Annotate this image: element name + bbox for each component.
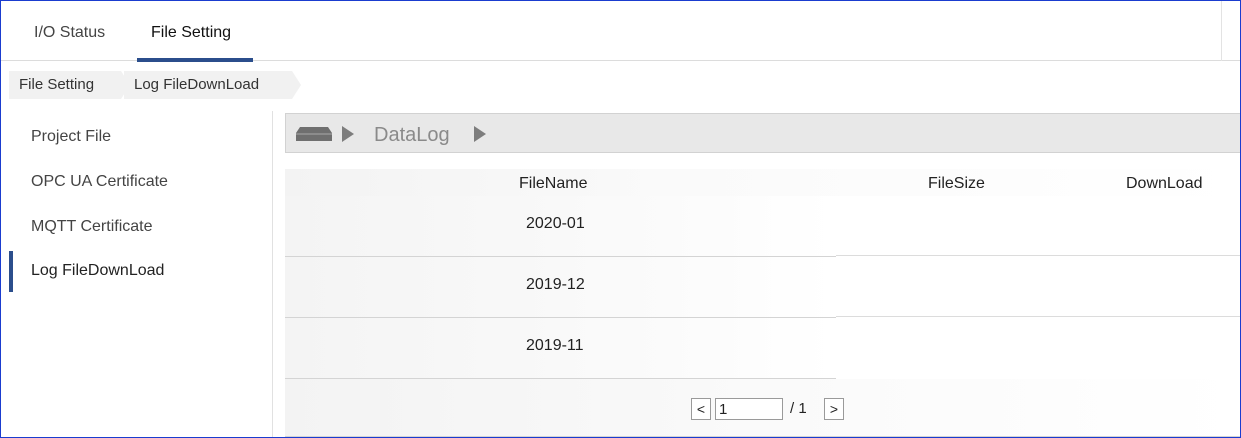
sidebar: Project File OPC UA Certificate MQTT Cer… bbox=[1, 111, 273, 437]
table-row[interactable]: 2020-01 bbox=[285, 196, 1240, 257]
folder-path-bar: DataLog bbox=[285, 113, 1240, 154]
sidebar-item-mqtt-certificate[interactable]: MQTT Certificate bbox=[1, 207, 271, 247]
tab-bar-divider bbox=[1221, 1, 1222, 61]
tab-io-status[interactable]: I/O Status bbox=[34, 1, 105, 61]
column-header-filename: FileName bbox=[519, 175, 588, 192]
next-page-button[interactable]: > bbox=[824, 398, 844, 420]
page-total: / 1 bbox=[790, 400, 807, 417]
table-header: FileName FileSize DownLoad bbox=[285, 169, 1240, 196]
path-separator-icon bbox=[342, 126, 354, 142]
path-folder-datalog[interactable]: DataLog bbox=[374, 114, 450, 154]
filename-cell[interactable]: 2020-01 bbox=[526, 196, 585, 257]
sidebar-item-opc-ua-certificate[interactable]: OPC UA Certificate bbox=[1, 162, 271, 202]
filename-cell[interactable]: 2019-11 bbox=[526, 318, 584, 379]
drive-icon[interactable] bbox=[296, 127, 332, 141]
tab-file-setting[interactable]: File Setting bbox=[136, 1, 254, 62]
row-divider bbox=[836, 316, 1240, 317]
sidebar-item-log-filedownload[interactable]: Log FileDownLoad bbox=[1, 251, 271, 292]
column-header-download: DownLoad bbox=[1126, 175, 1203, 192]
column-header-filesize: FileSize bbox=[928, 175, 985, 192]
path-separator-icon bbox=[474, 126, 486, 142]
top-tab-bar: I/O Status File Setting bbox=[1, 1, 1240, 62]
prev-page-button[interactable]: < bbox=[691, 398, 711, 420]
filename-cell[interactable]: 2019-12 bbox=[526, 257, 585, 318]
row-divider bbox=[836, 255, 1240, 256]
app-frame: I/O Status File Setting File Setting Log… bbox=[0, 0, 1241, 438]
pagination: < / 1 > bbox=[285, 379, 1240, 437]
table-row[interactable]: 2019-11 bbox=[285, 318, 1240, 379]
breadcrumb-file-setting[interactable]: File Setting bbox=[9, 70, 132, 100]
table-row[interactable]: 2019-12 bbox=[285, 257, 1240, 318]
breadcrumb-log-filedownload[interactable]: Log FileDownLoad bbox=[124, 70, 303, 100]
sidebar-item-project-file[interactable]: Project File bbox=[1, 117, 271, 157]
page-number-input[interactable] bbox=[715, 398, 783, 420]
